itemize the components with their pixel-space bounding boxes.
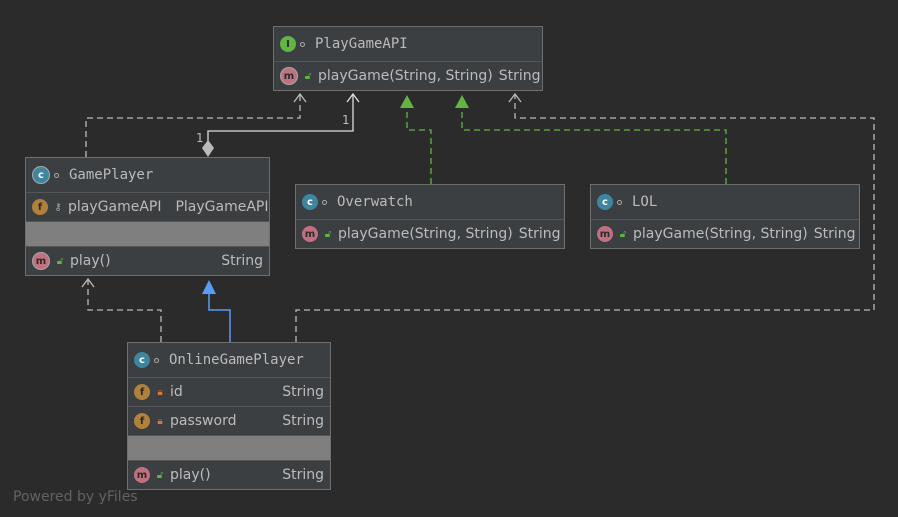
interface-icon: I <box>280 36 296 52</box>
lock-icon: 🔒︎ <box>157 415 163 427</box>
node-header: c OnlineGamePlayer <box>128 343 330 378</box>
method-name: playGame(String, String) <box>633 226 808 242</box>
constructor-separator <box>26 222 269 247</box>
node-header: c LOL <box>591 185 859 220</box>
node-title: GamePlayer <box>69 167 154 183</box>
node-onlinegameplayer[interactable]: c OnlineGamePlayer f 🔒︎ id String f 🔒︎ p… <box>127 342 331 490</box>
method-name: playGame(String, String) <box>338 226 513 242</box>
field-name: id <box>170 384 183 400</box>
method-name: play() <box>170 467 211 483</box>
method-icon: m <box>597 226 613 242</box>
method-row[interactable]: m 🔓︎ playGame(String, String) String <box>274 62 542 90</box>
key-icon: ⚷ <box>54 201 62 213</box>
class-icon: c <box>597 194 613 210</box>
method-icon: m <box>280 67 298 85</box>
method-type: String <box>813 226 856 242</box>
bullet-icon <box>322 199 327 205</box>
realization-overwatch-to-api <box>400 95 432 184</box>
method-type: String <box>518 226 561 242</box>
bullet-icon <box>617 199 622 205</box>
field-type: String <box>282 413 324 429</box>
field-icon: f <box>32 199 48 215</box>
method-name: playGame(String, String) <box>318 68 493 84</box>
field-name: password <box>170 413 237 429</box>
class-icon: c <box>134 352 150 368</box>
lock-icon: 🔒︎ <box>157 386 163 398</box>
node-gameplayer[interactable]: c GamePlayer f ⚷ playGameAPI PlayGameAPI… <box>25 157 270 276</box>
field-icon: f <box>134 413 150 429</box>
method-name: play() <box>70 253 111 269</box>
bullet-icon <box>54 172 59 178</box>
field-row[interactable]: f ⚷ playGameAPI PlayGameAPI <box>26 193 269 222</box>
method-row[interactable]: m 🔓︎ playGame(String, String) String <box>591 220 859 248</box>
unlock-icon: 🔓︎ <box>619 228 627 240</box>
node-lol[interactable]: c LOL m 🔓︎ playGame(String, String) Stri… <box>590 184 860 249</box>
abstract-class-icon: c <box>32 166 50 184</box>
dependency-onlinegameplayer-to-gameplayer <box>81 277 162 342</box>
aggregation-gameplayer-to-api: 1 1 <box>196 92 360 157</box>
unlock-icon: 🔓︎ <box>324 228 332 240</box>
method-row[interactable]: m 🔓︎ playGame(String, String) String <box>296 220 564 248</box>
powered-by-footer: Powered by yFiles <box>13 489 138 505</box>
field-icon: f <box>134 384 150 400</box>
node-playgameapi[interactable]: I PlayGameAPI m 🔓︎ playGame(String, Stri… <box>273 26 543 91</box>
field-type: String <box>282 384 324 400</box>
method-type: String <box>282 467 324 483</box>
node-header: c Overwatch <box>296 185 564 220</box>
node-header: I PlayGameAPI <box>274 27 542 62</box>
method-icon: m <box>302 226 318 242</box>
node-title: OnlineGamePlayer <box>169 352 304 368</box>
unlock-icon: 🔓︎ <box>304 70 312 82</box>
method-row[interactable]: m 🔓︎ play() String <box>128 461 330 489</box>
generalization-onlinegameplayer-to-gameplayer <box>202 280 231 342</box>
realization-lol-to-api <box>455 95 727 184</box>
node-title: Overwatch <box>337 194 413 210</box>
method-icon: m <box>134 467 150 483</box>
node-title: PlayGameAPI <box>315 36 408 52</box>
constructor-separator <box>128 436 330 461</box>
field-row[interactable]: f 🔒︎ id String <box>128 378 330 407</box>
aggregation-multiplicity-target: 1 <box>342 113 350 127</box>
node-overwatch[interactable]: c Overwatch m 🔓︎ playGame(String, String… <box>295 184 565 249</box>
unlock-icon: 🔓︎ <box>56 255 64 267</box>
field-type: PlayGameAPI <box>175 199 269 215</box>
dependency-gameplayer-to-api <box>85 92 307 157</box>
class-icon: c <box>302 194 318 210</box>
method-icon: m <box>32 252 50 270</box>
node-header: c GamePlayer <box>26 158 269 193</box>
node-title: LOL <box>632 194 658 210</box>
bullet-icon <box>300 41 305 47</box>
field-name: playGameAPI <box>68 199 162 215</box>
method-type: String <box>221 253 263 269</box>
unlock-icon: 🔓︎ <box>156 469 164 481</box>
bullet-icon <box>154 357 159 363</box>
aggregation-multiplicity-source: 1 <box>196 131 204 145</box>
method-row[interactable]: m 🔓︎ play() String <box>26 247 269 275</box>
field-row[interactable]: f 🔒︎ password String <box>128 407 330 436</box>
method-type: String <box>498 68 541 84</box>
